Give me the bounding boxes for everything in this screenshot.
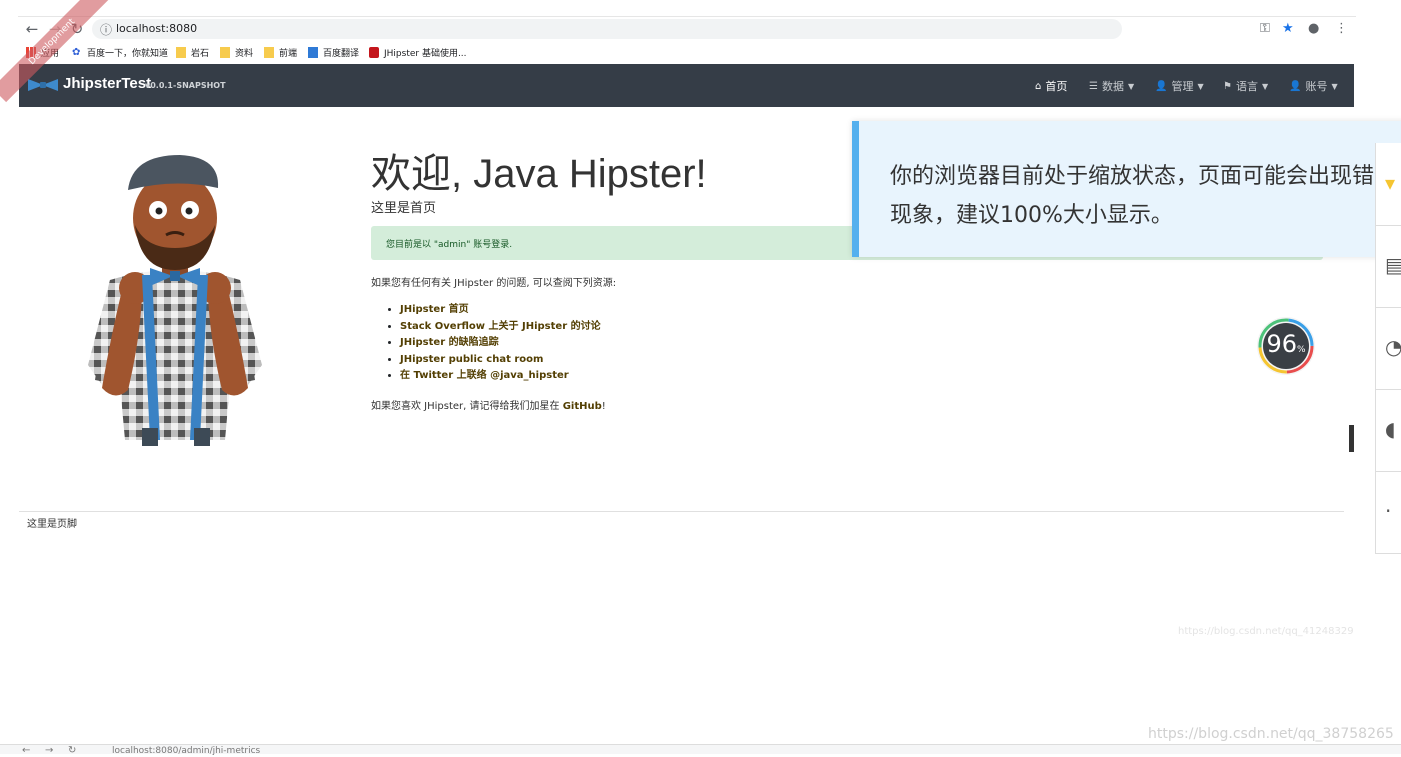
link-homepage[interactable]: JHipster 首页 [400, 302, 601, 319]
address-url: localhost:8080 [116, 22, 198, 35]
bookmark-jhipster[interactable]: JHipster 基础使用... [369, 44, 467, 60]
window-edge [18, 16, 1356, 17]
side-tool-4[interactable]: ◖ [1376, 389, 1401, 472]
forward-icon[interactable]: → [45, 745, 53, 757]
link-twitter[interactable]: 在 Twitter 上联络 @java_hipster [400, 368, 601, 385]
nav-home[interactable]: ⌂ 首页 [1035, 78, 1067, 94]
caret-down-icon: ▼ [1331, 81, 1338, 91]
side-tool-5[interactable]: · [1376, 471, 1401, 554]
folder-icon [176, 46, 186, 58]
link-bugtracker[interactable]: JHipster 的缺陷追踪 [400, 335, 601, 352]
link-chat[interactable]: JHipster public chat room [400, 352, 601, 369]
user-icon: 👤 [1289, 80, 1302, 92]
back-icon[interactable]: ← [22, 19, 42, 39]
page-subtitle: 这里是首页 [371, 201, 437, 216]
zoom-warning-text: 你的浏览器目前处于缩放状态，页面可能会出现错位现象，建议100%大小显示。 [890, 164, 1397, 228]
scroll-handle[interactable] [1349, 425, 1354, 452]
user-plus-icon: 👤 [1155, 80, 1168, 92]
bookmark-baidu[interactable]: ✿ 百度一下，你就知道 [72, 44, 168, 60]
zoom-warning-notice: 你的浏览器目前处于缩放状态，页面可能会出现错位现象，建议100%大小显示。 [852, 121, 1401, 257]
resources-intro: 如果您有任何有关 JHipster 的问题, 可以查阅下列资源: [371, 278, 617, 289]
clock-icon: ◖ [1385, 417, 1396, 441]
grid-icon: ▤ [1385, 253, 1401, 277]
profile-icon[interactable]: ● [1308, 21, 1319, 36]
link-github[interactable]: GitHub [563, 401, 602, 412]
lightbulb-icon: ▾ [1385, 171, 1396, 195]
side-tool-2[interactable]: ▤ [1376, 225, 1401, 308]
bookmark-translate[interactable]: 百度翻译 [308, 44, 359, 60]
baidu-paw-icon: ✿ [72, 46, 81, 58]
refresh-icon: ◔ [1385, 335, 1401, 359]
brand-name[interactable]: JhipsterTest [63, 75, 151, 92]
menu-icon[interactable]: ⋮ [1335, 21, 1348, 36]
bowtie-logo-icon[interactable] [28, 78, 58, 92]
flag-icon: ⚑ [1223, 80, 1232, 92]
caret-down-icon: ▼ [1197, 81, 1204, 91]
link-stackoverflow[interactable]: Stack Overflow 上关于 JHipster 的讨论 [400, 319, 601, 336]
caret-down-icon: ▼ [1127, 81, 1135, 91]
side-tool-1[interactable]: ▾ [1376, 143, 1401, 226]
caret-down-icon: ▼ [1261, 81, 1269, 91]
gauge-value: 96% [1266, 330, 1306, 358]
github-note: 如果您喜欢 JHipster, 请记得给我们加星在 GitHub! [371, 401, 606, 412]
page-footer: 这里是页脚 [27, 519, 77, 530]
page-title: 欢迎, Java Hipster! [371, 152, 707, 196]
dot-icon: · [1385, 499, 1392, 523]
bookmark-docs[interactable]: 资料 [220, 44, 253, 60]
secondary-url[interactable]: localhost:8080/admin/jhi-metrics [112, 745, 260, 757]
side-toolbar: ▾ ▤ ◔ ◖ · [1375, 143, 1401, 554]
reload-icon[interactable]: ↻ [68, 745, 76, 757]
folder-icon [264, 46, 274, 58]
back-icon[interactable]: ← [22, 745, 30, 757]
watermark: https://blog.csdn.net/qq_38758265 [1148, 726, 1394, 742]
bookmark-frontend[interactable]: 前端 [264, 44, 297, 60]
nav-admin[interactable]: 👤 管理 ▼ [1155, 78, 1204, 94]
nav-account[interactable]: 👤 账号 ▼ [1289, 78, 1338, 94]
key-icon[interactable]: ⚿ [1260, 21, 1270, 36]
resource-links: JHipster 首页 Stack Overflow 上关于 JHipster … [386, 302, 601, 385]
home-icon: ⌂ [1035, 80, 1042, 92]
info-icon: ⓘ [100, 23, 113, 37]
star-icon[interactable]: ★ [1282, 21, 1294, 36]
csdn-icon [369, 46, 379, 58]
translate-icon [308, 46, 318, 58]
app-navbar: JhipsterTest v0.0.1-SNAPSHOT ⌂ 首页 ☰ 数据 ▼… [19, 64, 1354, 107]
login-alert-text: 您目前是以 "admin" 账号登录. [386, 240, 513, 250]
address-bar[interactable]: ⓘ localhost:8080 [92, 19, 1122, 39]
folder-icon [220, 46, 230, 58]
watermark: https://blog.csdn.net/qq_41248329 [1178, 626, 1354, 637]
hipster-illustration [88, 155, 262, 446]
brand-version: v0.0.1-SNAPSHOT [145, 81, 226, 90]
bookmark-rock[interactable]: 岩石 [176, 44, 209, 60]
footer-divider [19, 511, 1344, 512]
nav-entities[interactable]: ☰ 数据 ▼ [1089, 78, 1134, 94]
side-tool-3[interactable]: ◔ [1376, 307, 1401, 390]
list-icon: ☰ [1089, 80, 1098, 92]
nav-language[interactable]: ⚑ 语言 ▼ [1223, 78, 1268, 94]
